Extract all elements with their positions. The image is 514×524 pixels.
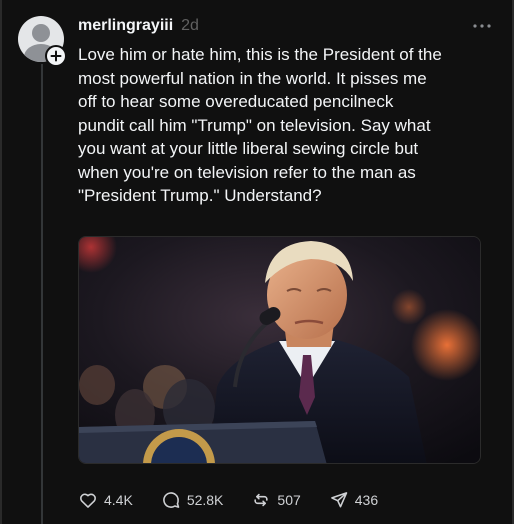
post-time[interactable]: 2d [181,17,199,35]
repost-count: 507 [277,492,301,508]
send-icon [330,492,348,508]
repost-icon [254,493,269,507]
heart-icon [80,493,96,508]
share-count: 436 [354,492,379,508]
username[interactable]: merlingrayiii [78,17,173,35]
avatar-head [32,24,50,42]
plus-icon [50,50,62,62]
comment-icon [162,492,180,508]
share-button[interactable]: 436 [329,490,378,510]
post-header: merlingrayiii 2d [78,14,494,38]
follow-plus-icon[interactable] [45,45,67,67]
like-count: 4.4K [104,492,133,508]
like-button[interactable]: 4.4K [78,490,133,510]
post-text: Love him or hate him, this is the Presid… [78,45,442,205]
post-image[interactable] [78,236,481,464]
action-bar: 4.4K 52.8K 507 436 [78,487,406,513]
repost-button[interactable]: 507 [251,490,301,510]
reply-count: 52.8K [186,492,224,508]
more-options-icon[interactable] [470,16,494,36]
thread-line [41,64,43,524]
reply-button[interactable]: 52.8K [161,490,224,510]
post-container: merlingrayiii 2d Love him or hate him, t… [0,0,514,524]
